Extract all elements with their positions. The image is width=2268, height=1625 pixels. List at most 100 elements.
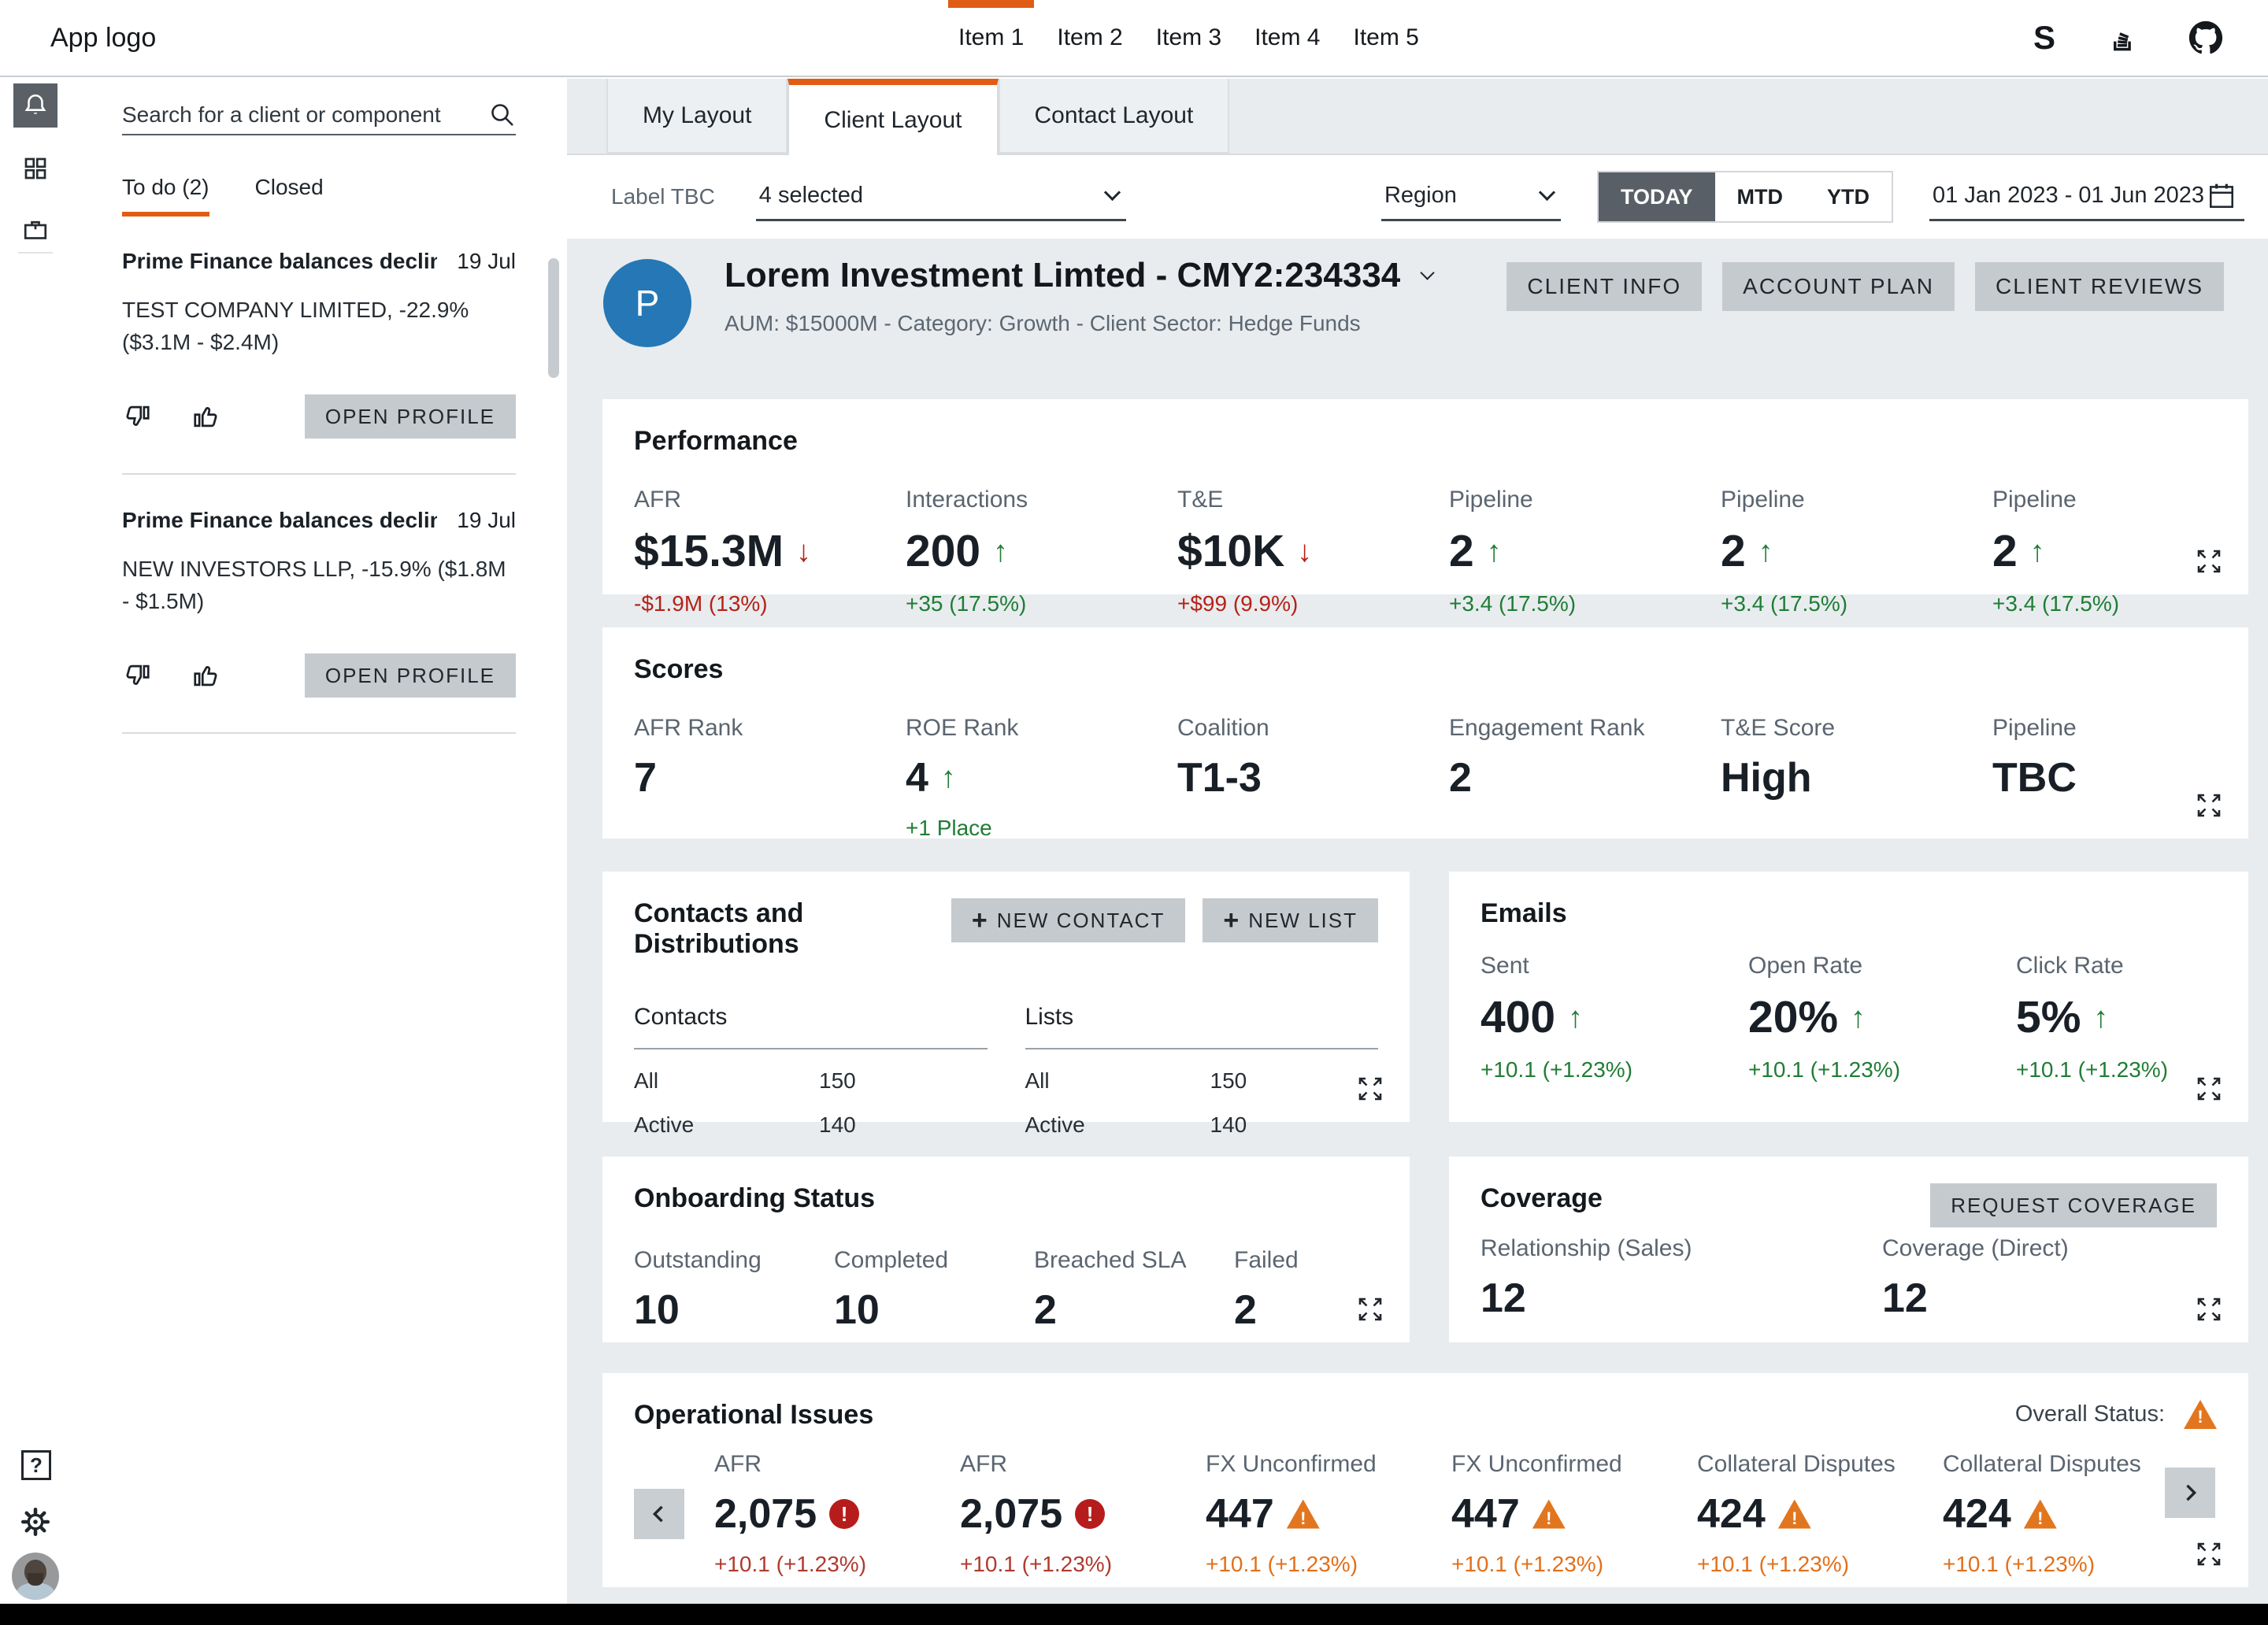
- nav-item-4[interactable]: Item 4: [1238, 0, 1336, 76]
- filter-bar: Label TBC 4 selected Region TODAY MTD YT…: [567, 155, 2268, 239]
- metric-pipeline: Pipeline 2↑ +3.4 (17.5%): [1449, 487, 1721, 616]
- nav-item-1[interactable]: Item 1: [942, 0, 1040, 76]
- metric-value: 12: [1882, 1278, 1928, 1319]
- top-bar: App logo Item 1 Item 2 Item 3 Item 4 Ite…: [0, 0, 2268, 77]
- metric-outstanding: Outstanding 10: [634, 1247, 834, 1331]
- open-profile-button[interactable]: OPEN PROFILE: [305, 394, 516, 439]
- row-label: Active: [634, 1112, 819, 1138]
- arrow-down-icon: ↓: [1297, 537, 1312, 567]
- expand-icon[interactable]: [2193, 1073, 2225, 1105]
- row-value: 140: [1210, 1112, 1247, 1138]
- tab-client-layout[interactable]: Client Layout: [788, 79, 998, 155]
- dashboard-rail-button[interactable]: [13, 146, 57, 191]
- metric-label: Collateral Disputes: [1697, 1451, 1943, 1478]
- metric-label: T&E: [1177, 487, 1449, 513]
- user-avatar[interactable]: [12, 1553, 59, 1600]
- settings-button[interactable]: [19, 1505, 52, 1538]
- help-button[interactable]: ?: [21, 1450, 51, 1480]
- chevron-right-icon: [2177, 1479, 2203, 1506]
- tab-my-layout[interactable]: My Layout: [606, 79, 788, 154]
- expand-icon[interactable]: [2193, 1294, 2225, 1325]
- new-list-button[interactable]: +NEW LIST: [1203, 898, 1378, 942]
- open-profile-button[interactable]: OPEN PROFILE: [305, 653, 516, 698]
- expand-icon[interactable]: [2193, 546, 2225, 577]
- expand-icon[interactable]: [2193, 1538, 2225, 1570]
- metric-delta: +10.1 (+1.23%): [1206, 1552, 1451, 1577]
- nav-item-3[interactable]: Item 3: [1140, 0, 1238, 76]
- thumbs-down-icon[interactable]: [122, 661, 152, 690]
- chevron-down-icon: [1104, 184, 1121, 201]
- date-range-value: 01 Jan 2023 - 01 Jun 2023: [1933, 183, 2204, 209]
- metric-value: 10: [834, 1290, 880, 1331]
- nav-item-5[interactable]: Item 5: [1337, 0, 1436, 76]
- table-row: Active140: [634, 1112, 988, 1138]
- metric-label: Relationship (Sales): [1480, 1235, 1882, 1262]
- metric-label: Outstanding: [634, 1247, 834, 1274]
- carousel-right-button[interactable]: [2165, 1468, 2215, 1518]
- label-multiselect[interactable]: 4 selected: [756, 172, 1126, 221]
- expand-icon[interactable]: [1354, 1073, 1386, 1105]
- metric-delta: +$99 (9.9%): [1177, 591, 1449, 616]
- metric-delta: +10.1 (+1.23%): [1451, 1552, 1697, 1577]
- multiselect-value: 4 selected: [759, 183, 863, 209]
- metric-label: Pipeline: [1721, 487, 1992, 513]
- card-divider: [122, 732, 516, 734]
- card-title: Performance: [634, 426, 2217, 457]
- issue-afr: AFR 2,075 +10.1 (+1.23%): [960, 1451, 1206, 1577]
- client-reviews-button[interactable]: CLIENT REVIEWS: [1975, 262, 2224, 311]
- github-icon[interactable]: [2188, 20, 2224, 56]
- metric-delta: +10.1 (+1.23%): [1697, 1552, 1943, 1577]
- notification-date: 19 Jul: [457, 249, 516, 274]
- contacts-group: Contacts All150 Active140 Inactive10: [634, 1004, 988, 1182]
- client-info-button[interactable]: CLIENT INFO: [1506, 262, 1702, 311]
- card-title: Operational Issues: [634, 1400, 873, 1431]
- metric-label: FX Unconfirmed: [1451, 1451, 1697, 1478]
- new-contact-button[interactable]: +NEW CONTACT: [951, 898, 1185, 942]
- group-heading: Lists: [1025, 1004, 1379, 1049]
- calendar-icon: [2207, 181, 2236, 211]
- metric-delta: +3.4 (17.5%): [1721, 591, 1992, 616]
- metric-delta: +10.1 (+1.23%): [1748, 1057, 2016, 1083]
- account-plan-button[interactable]: ACCOUNT PLAN: [1722, 262, 1955, 311]
- scrollbar-thumb[interactable]: [548, 258, 559, 378]
- client-name-row[interactable]: Lorem Investment Limted - CMY2:234334: [724, 256, 1432, 295]
- carousel-left-button[interactable]: [634, 1489, 684, 1539]
- s-brand-icon[interactable]: S: [2033, 19, 2055, 57]
- row-label: All: [1025, 1068, 1210, 1094]
- request-coverage-button[interactable]: REQUEST COVERAGE: [1930, 1183, 2217, 1227]
- emails-card: Emails Sent 400↑ +10.1 (+1.23%) Open Rat…: [1449, 872, 2248, 1122]
- thumbs-down-icon[interactable]: [122, 402, 152, 431]
- row-value: 150: [819, 1068, 856, 1094]
- metric-value: 447: [1206, 1494, 1274, 1534]
- notifications-rail-button[interactable]: [13, 83, 57, 128]
- metric-label: AFR: [960, 1451, 1206, 1478]
- metric-value: 7: [634, 757, 657, 798]
- portfolio-rail-button[interactable]: [13, 208, 57, 252]
- bottom-bar: [0, 1604, 2268, 1625]
- arrow-up-icon: ↑: [941, 763, 956, 793]
- expand-icon[interactable]: [2193, 790, 2225, 821]
- search-icon[interactable]: [489, 102, 516, 128]
- period-ytd-button[interactable]: YTD: [1805, 172, 1892, 221]
- search-input[interactable]: [122, 102, 489, 128]
- tab-closed[interactable]: Closed: [255, 175, 324, 217]
- row-value: 140: [819, 1112, 856, 1138]
- scores-card: Scores AFR Rank 7 ROE Rank 4↑ +1 Place C…: [602, 627, 2248, 838]
- metric-value: 2: [1721, 529, 1746, 574]
- metric-sent: Sent 400↑ +10.1 (+1.23%): [1480, 953, 1748, 1083]
- stackoverflow-icon[interactable]: [2104, 20, 2139, 55]
- region-select[interactable]: Region: [1381, 172, 1561, 221]
- period-mtd-button[interactable]: MTD: [1715, 172, 1805, 221]
- tab-contact-layout[interactable]: Contact Layout: [999, 79, 1230, 154]
- nav-item-2[interactable]: Item 2: [1040, 0, 1139, 76]
- thumbs-up-icon[interactable]: [191, 661, 221, 690]
- card-title: Scores: [634, 654, 2217, 685]
- period-today-button[interactable]: TODAY: [1599, 172, 1715, 221]
- thumbs-up-icon[interactable]: [191, 402, 221, 431]
- expand-icon[interactable]: [1354, 1294, 1386, 1325]
- metric-value: 2: [1234, 1290, 1257, 1331]
- plus-icon: +: [1223, 905, 1239, 936]
- tab-todo[interactable]: To do (2): [122, 175, 209, 217]
- metric-value: 2: [1449, 757, 1472, 798]
- date-range-picker[interactable]: 01 Jan 2023 - 01 Jun 2023: [1929, 172, 2244, 221]
